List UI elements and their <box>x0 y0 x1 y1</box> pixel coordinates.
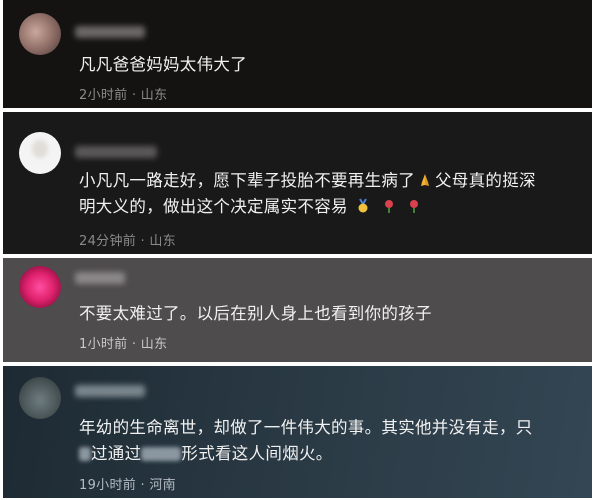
avatar[interactable] <box>19 13 61 55</box>
username-blurred[interactable] <box>75 146 157 158</box>
comment-line: 明大义的，做出这个决定属实不容易 <box>79 197 348 216</box>
gold-medal-emoji-icon <box>355 196 371 213</box>
comment-meta: 24分钟前 · 山东 <box>79 230 176 249</box>
blurred-text <box>79 447 91 461</box>
avatar[interactable] <box>19 132 61 174</box>
comment-card: 年幼的生命离世，却做了一件伟大的事。其实他并没有走，只 过通过 形式看这人间烟火。… <box>3 366 592 498</box>
meta-separator: · <box>140 234 145 249</box>
meta-separator: · <box>131 337 137 352</box>
comment-meta: 2小时前 · 山东 <box>79 84 167 103</box>
comment-location: 河南 <box>149 478 176 493</box>
username-blurred[interactable] <box>75 26 145 38</box>
comment-time: 19小时前 <box>79 478 137 493</box>
comment-line: 年幼的生命离世，却做了一件伟大的事。其实他并没有走，只 <box>79 418 533 437</box>
pray-emoji-icon <box>417 170 433 186</box>
comment-time: 24分钟前 <box>79 234 137 249</box>
comment-line: 过通过 <box>91 444 142 463</box>
comment-text: 年幼的生命离世，却做了一件伟大的事。其实他并没有走，只 过通过 形式看这人间烟火。 <box>79 415 580 467</box>
comment-time: 1小时前 <box>79 337 128 352</box>
comment-location: 山东 <box>140 337 168 352</box>
comment-card: 小凡凡一路走好，愿下辈子投胎不要再生病了 父母真的挺深 明大义的，做出这个决定属实… <box>3 112 592 254</box>
avatar[interactable] <box>19 377 61 419</box>
username-blurred[interactable] <box>75 272 125 284</box>
comment-text: 小凡凡一路走好，愿下辈子投胎不要再生病了 父母真的挺深 明大义的，做出这个决定属实… <box>79 168 580 220</box>
comment-meta: 19小时前 · 河南 <box>79 474 176 493</box>
rose-emoji-icon <box>381 196 397 213</box>
comment-meta: 1小时前 · 山东 <box>79 333 167 352</box>
meta-separator: · <box>140 478 145 493</box>
comment-text: 凡凡爸爸妈妈太伟大了 <box>79 55 247 74</box>
comment-line: 小凡凡一路走好，愿下辈子投胎不要再生病了 <box>79 171 415 190</box>
comment-line: 父母真的挺深 <box>435 171 536 190</box>
blurred-text <box>141 447 182 461</box>
rose-emoji-icon <box>406 196 422 213</box>
comment-location: 山东 <box>140 88 168 103</box>
avatar[interactable] <box>19 266 61 308</box>
comment-card: 不要太难过了。以后在别人身上也看到你的孩子 1小时前 · 山东 <box>3 258 592 362</box>
comment-text: 不要太难过了。以后在别人身上也看到你的孩子 <box>79 304 432 323</box>
meta-separator: · <box>131 88 137 103</box>
comment-location: 山东 <box>149 234 176 249</box>
username-blurred[interactable] <box>75 385 145 397</box>
comment-line: 形式看这人间烟火。 <box>181 444 333 463</box>
comment-card: 凡凡爸爸妈妈太伟大了 2小时前 · 山东 <box>3 0 592 108</box>
comment-time: 2小时前 <box>79 88 128 103</box>
